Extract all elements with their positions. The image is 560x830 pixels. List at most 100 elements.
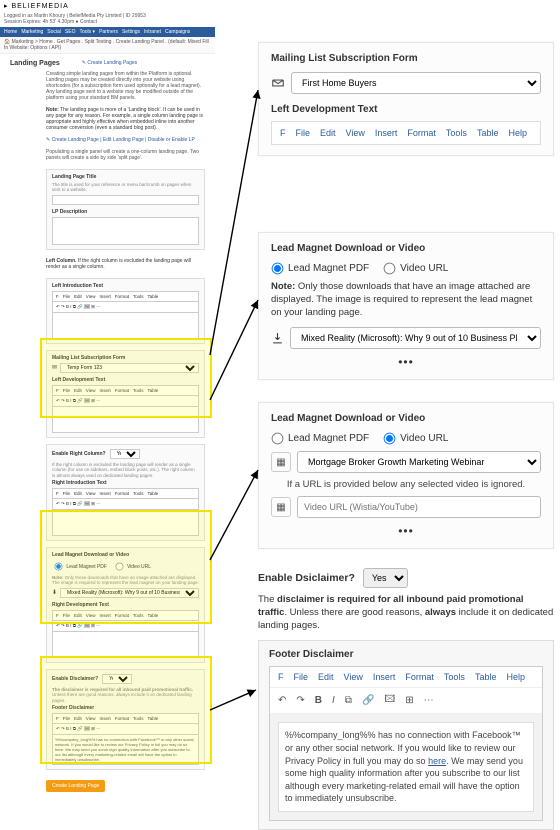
undo-icon[interactable]: ↶ — [278, 695, 286, 706]
intro-text: Creating simple landing pages from withi… — [0, 69, 215, 105]
mini-editor-menubar-5[interactable]: FFileEditViewInsertFormatToolsTable — [52, 713, 199, 724]
redo-icon[interactable]: ↷ — [296, 695, 304, 706]
nav-campaigns[interactable]: Campaigns — [165, 29, 190, 35]
mini-editor-body-2[interactable] — [52, 407, 199, 433]
rp2-note: Note: Only those downloads that have an … — [271, 281, 541, 319]
nav-home[interactable]: Home — [4, 29, 17, 35]
mini-editor-menubar[interactable]: FFileEditViewInsertFormatToolsTable — [52, 291, 199, 302]
rp4-enable-select[interactable]: Yes — [363, 568, 408, 588]
save-button[interactable]: Create Landing Page — [46, 780, 105, 792]
mini-editor-toolbar[interactable]: ↶ ↷ B I ⧉ 🔗 🖼 ⊞ ⋯ — [52, 302, 199, 313]
session-info: Logged in as Martin Khoury | BeliefMedia… — [0, 12, 215, 27]
rp1-menubar[interactable]: FFileEditViewInsertFormatToolsTableHelp — [271, 121, 541, 145]
panel-disclaimer: Enable Disclaimer? Yes The disclaimer is… — [46, 669, 205, 770]
rp3-hint: If a URL is provided below any selected … — [271, 479, 541, 490]
mini-editor-menubar-3[interactable]: FFileEditViewInsertFormatToolsTable — [52, 488, 199, 499]
main-nav: Home Marketing Social SEO Tools ▾ Partne… — [0, 27, 215, 37]
rp2-overflow-icon[interactable]: ••• — [271, 355, 541, 369]
lead-magnet-select[interactable]: Mixed Reality (Microsoft): Why 9 out of … — [60, 588, 199, 598]
rp4-editor-toolbar[interactable]: ↶ ↷ B I ⧉ 🔗 🖾 ⊞ ⋯ — [270, 688, 542, 714]
lp-desc-label: LP Description — [52, 209, 199, 215]
right-col-note: If the right column is excluded the land… — [52, 462, 199, 478]
image-icon[interactable]: 🖾 — [384, 692, 395, 709]
mini-editor-toolbar-4[interactable]: ↶ ↷ B I ⧉ 🔗 🖼 ⊞ ⋯ — [52, 621, 199, 632]
right-col-enable-label: Enable Right Column? — [52, 451, 106, 457]
panel-left-intro: Left Introduction Text FFileEditViewInse… — [46, 278, 205, 344]
mini-editor-body[interactable] — [52, 313, 199, 339]
rp2-heading: Lead Magnet Download or Video — [271, 243, 541, 254]
embed-icon[interactable]: ⧉ — [345, 695, 352, 706]
lead-magnet-label: Lead Magnet Download or Video — [52, 552, 199, 558]
overflow-icon[interactable]: ⋯ — [424, 695, 434, 706]
rp1-subheading: Left Development Text — [271, 104, 541, 115]
mini-editor-body-4[interactable] — [52, 632, 199, 658]
privacy-here-link[interactable]: here — [428, 756, 446, 766]
link-icon[interactable]: 🔗 — [362, 695, 374, 706]
right-intro-label: Right Introduction Text — [52, 480, 199, 486]
mini-editor-menubar-2[interactable]: FFileEditViewInsertFormatToolsTable — [52, 385, 199, 396]
panel-title: Landing Page Title The title is used for… — [46, 169, 205, 250]
video-url-icon: ▦ — [271, 497, 291, 517]
left-dev-label: Left Development Text — [52, 377, 199, 383]
mini-editor-toolbar-5[interactable]: ↶ ↷ B I ⧉ 🔗 🖼 ⊞ ⋯ — [52, 724, 199, 735]
zoom-panel-2: Lead Magnet Download or Video Lead Magne… — [258, 232, 554, 380]
lp-action-links[interactable]: ✎ Create Landing Page | Edit Landing Pag… — [0, 135, 215, 147]
rp3-select[interactable]: Mortgage Broker Growth Marketing Webinar — [297, 451, 541, 473]
bold-icon[interactable]: B — [315, 695, 322, 706]
rp3-radios: Lead Magnet PDF Video URL — [271, 432, 541, 445]
nav-settings[interactable]: Settings — [122, 29, 140, 35]
left-intro-label: Left Introduction Text — [52, 283, 199, 289]
rp4-footer-heading: Footer Disclaimer — [269, 649, 543, 660]
panel-mailing-list: Mailing List Subscription Form ✉ Temp Fo… — [46, 350, 205, 438]
nav-marketing[interactable]: Marketing — [21, 29, 43, 35]
nav-partners[interactable]: Partners — [99, 29, 118, 35]
rp3-url-input[interactable] — [297, 496, 541, 518]
mini-editor-menubar-4[interactable]: FFileEditViewInsertFormatToolsTable — [52, 610, 199, 621]
disclaimer-enable-label: Enable Disclaimer? — [52, 676, 98, 682]
download-icon: ⬇ — [52, 589, 57, 596]
page-title: Landing Pages — [0, 54, 64, 69]
radio-video[interactable] — [115, 563, 123, 571]
lp-title-hint: The title is used for your reference or … — [52, 182, 199, 193]
mini-editor-toolbar-2[interactable]: ↶ ↷ B I ⧉ 🔗 🖼 ⊞ ⋯ — [52, 396, 199, 407]
zoom-panel-3: Lead Magnet Download or Video Lead Magne… — [258, 402, 554, 549]
populating-text: Populating a single panel will create a … — [0, 147, 215, 165]
rp2-select[interactable]: Mixed Reality (Microsoft): Why 9 out of … — [290, 327, 541, 349]
table-icon[interactable]: ⊞ — [405, 695, 413, 706]
create-lp-link[interactable]: ✎ Create Landing Pages — [82, 60, 137, 69]
nav-social[interactable]: Social — [47, 29, 61, 35]
nav-tools[interactable]: Tools ▾ — [79, 29, 95, 35]
lp-desc-input[interactable] — [52, 217, 199, 245]
zoom-panel-4: Enable Dsiclaimer? Yes The disclaimer is… — [258, 568, 554, 830]
rp2-radios: Lead Magnet PDF Video URL — [271, 262, 541, 275]
disclaimer-enable-select[interactable]: Yes — [102, 674, 132, 684]
mailing-list-select[interactable]: Temp Form 123 — [60, 363, 199, 373]
rp4-editor-menubar[interactable]: FFileEditViewInsertFormatToolsTableHelp — [270, 667, 542, 688]
panel-right-enable: Enable Right Column? Yes If the right co… — [46, 444, 205, 541]
radio-pdf[interactable] — [55, 563, 63, 571]
rp3-heading: Lead Magnet Download or Video — [271, 413, 541, 424]
rp4-note: The disclaimer is required for all inbou… — [258, 594, 554, 632]
nav-intranet[interactable]: Intranet — [144, 29, 161, 35]
footer-disc-label: Footer Disclaimer — [52, 705, 199, 711]
video-select-icon: ▦ — [271, 452, 291, 472]
rp3-overflow-icon[interactable]: ••• — [271, 524, 541, 538]
rp1-select[interactable]: First Home Buyers — [291, 72, 541, 94]
lead-magnet-note: Only those downloads that have an image … — [52, 575, 199, 585]
lead-magnet-radios[interactable]: Lead Magnet PDF Video URL — [52, 560, 199, 573]
rp4-editor-body[interactable]: %%company_long%% has no connection with … — [270, 714, 542, 820]
italic-icon[interactable]: I — [332, 695, 335, 706]
rp2-radio-pdf[interactable]: Lead Magnet PDF — [271, 262, 369, 275]
left-col-note: Left Column. If the right column is excl… — [0, 256, 215, 274]
rp3-radio-video[interactable]: Video URL — [383, 432, 448, 445]
mini-editor-body-3[interactable] — [52, 510, 199, 536]
nav-seo[interactable]: SEO — [65, 29, 76, 35]
lp-title-input[interactable] — [52, 195, 199, 205]
rp4-editor: FFileEditViewInsertFormatToolsTableHelp … — [269, 666, 543, 821]
zoom-panel-1: Mailing List Subscription Form First Hom… — [258, 42, 554, 156]
rp3-radio-pdf[interactable]: Lead Magnet PDF — [271, 432, 369, 445]
right-col-enable-select[interactable]: Yes — [110, 449, 140, 459]
mini-editor-body-5[interactable]: %%company_long%% has no connection with … — [52, 735, 199, 765]
rp2-radio-video[interactable]: Video URL — [383, 262, 448, 275]
mini-editor-toolbar-3[interactable]: ↶ ↷ B I ⧉ 🔗 🖼 ⊞ ⋯ — [52, 499, 199, 510]
